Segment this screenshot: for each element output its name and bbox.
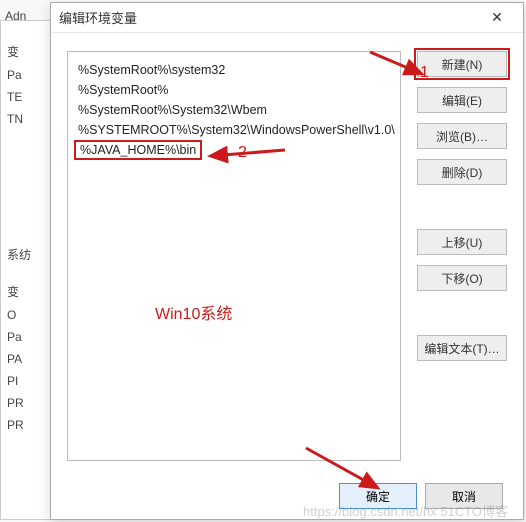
annotation-caption: Win10系统 [155, 300, 232, 324]
move-down-button[interactable]: 下移(O) [417, 265, 507, 291]
watermark-text: https://blog.csdn.net/hx 51CTO博客 [303, 501, 508, 520]
list-item[interactable]: %SystemRoot%\system32 [74, 60, 394, 80]
move-up-button[interactable]: 上移(U) [417, 229, 507, 255]
edit-env-var-dialog: 编辑环境变量 ✕ %SystemRoot%\system32 %SystemRo… [50, 2, 524, 520]
dialog-titlebar: 编辑环境变量 ✕ [51, 3, 523, 33]
close-icon[interactable]: ✕ [479, 6, 515, 30]
list-item-selected[interactable]: %JAVA_HOME%\bin [74, 140, 202, 160]
annotation-number-1: 1 [420, 64, 429, 82]
dialog-title: 编辑环境变量 [59, 8, 137, 27]
browse-button[interactable]: 浏览(B)… [417, 123, 507, 149]
button-column: 新建(N) 编辑(E) 浏览(B)… 删除(D) 上移(U) 下移(O) 编辑文… [417, 51, 507, 461]
delete-button[interactable]: 删除(D) [417, 159, 507, 185]
list-item[interactable]: %SystemRoot% [74, 80, 394, 100]
list-item[interactable]: %SYSTEMROOT%\System32\WindowsPowerShell\… [74, 120, 394, 140]
edit-text-button[interactable]: 编辑文本(T)… [417, 335, 507, 361]
list-item[interactable]: %SystemRoot%\System32\Wbem [74, 100, 394, 120]
annotation-number-2: 2 [238, 144, 247, 162]
edit-button[interactable]: 编辑(E) [417, 87, 507, 113]
new-button[interactable]: 新建(N) [417, 51, 507, 77]
path-listbox[interactable]: %SystemRoot%\system32 %SystemRoot% %Syst… [67, 51, 401, 461]
